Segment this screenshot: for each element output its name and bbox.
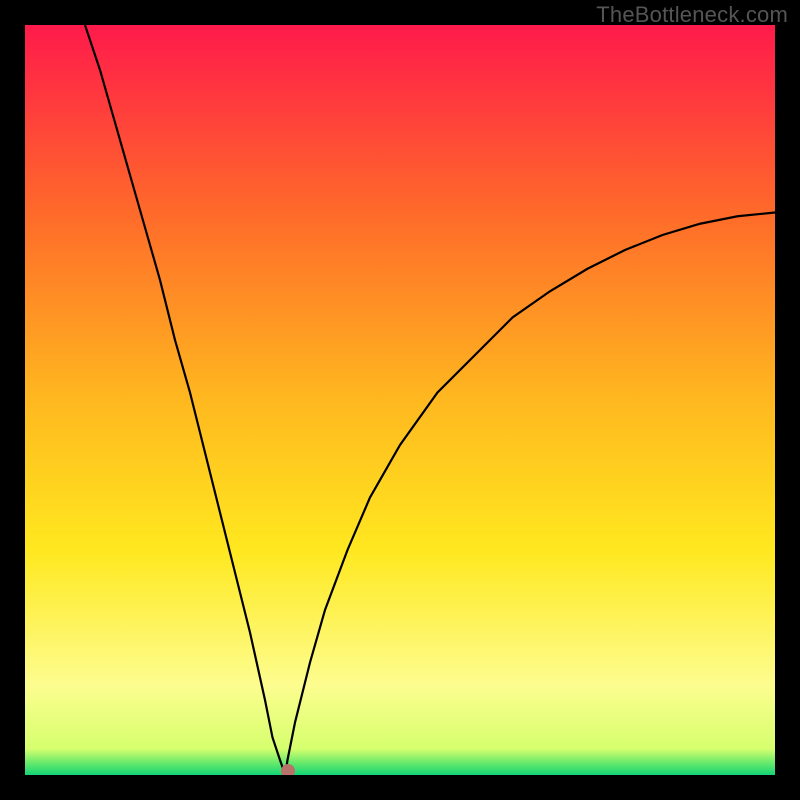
bottleneck-curve — [85, 25, 775, 775]
optimum-marker — [281, 764, 295, 775]
plot-area — [25, 25, 775, 775]
outer-frame: TheBottleneck.com — [0, 0, 800, 800]
watermark-text: TheBottleneck.com — [596, 2, 788, 28]
curve-layer — [25, 25, 775, 775]
